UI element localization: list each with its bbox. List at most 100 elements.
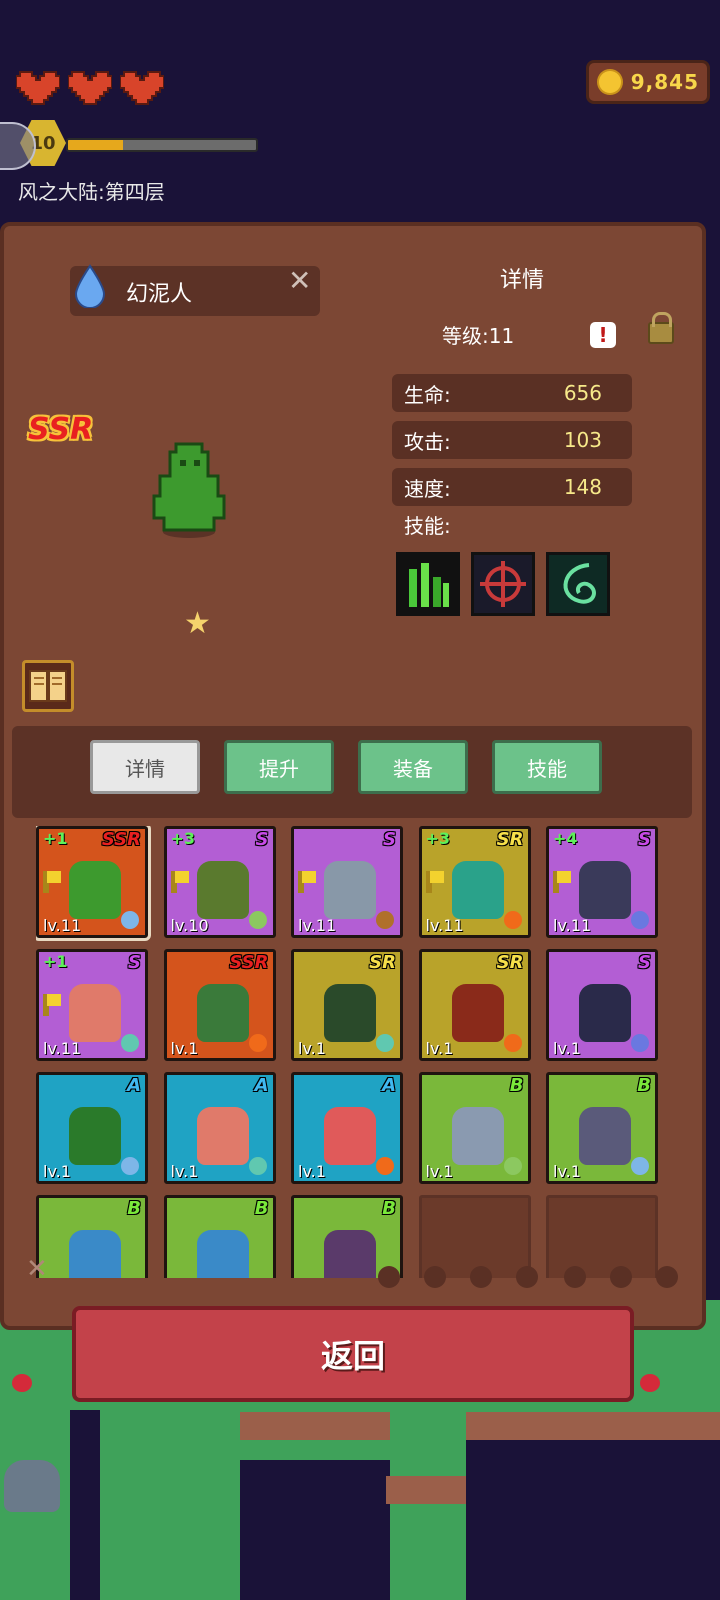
gear-filter-icon[interactable] (610, 1266, 632, 1288)
element-icon (121, 911, 139, 929)
team-flag-icon (553, 871, 571, 893)
wind-filter-icon[interactable] (516, 1266, 538, 1288)
rarity-badge: SR (496, 952, 524, 973)
rarity-badge: S (255, 829, 269, 850)
rarity-badge: A (127, 1075, 141, 1096)
heart-icon (16, 71, 60, 105)
stat-value: 656 (563, 381, 602, 405)
coin-value: 9,845 (630, 70, 699, 94)
element-icon (121, 1034, 139, 1052)
monster-card[interactable]: B (163, 1195, 276, 1278)
monster-card[interactable]: +1 Slv.11 (36, 949, 148, 1061)
monster-level: lv.1 (425, 1039, 454, 1058)
monster-name-bar (70, 266, 320, 316)
monster-level: lv.1 (170, 1039, 199, 1058)
monster-card[interactable]: Blv.1 (546, 1072, 658, 1184)
element-icon (376, 1034, 394, 1052)
monster-card[interactable]: Blv.1 (418, 1072, 531, 1184)
monster-card[interactable]: +1 SSR lv.11 (36, 826, 151, 941)
stat-value: 148 (563, 475, 602, 499)
back-button[interactable]: 返回 (72, 1306, 634, 1402)
team-flag-icon (298, 871, 316, 893)
skills-label: 技能: (404, 514, 451, 538)
element-icon (503, 911, 522, 929)
flame-filter-icon[interactable] (564, 1266, 586, 1288)
tab-upgrade[interactable]: 提升 (224, 740, 334, 794)
alert-icon[interactable]: ! (590, 322, 616, 348)
monster-card[interactable]: +4 Slv.11 (546, 826, 658, 938)
enhance-level: +1 (43, 952, 68, 971)
lock-icon[interactable] (648, 312, 674, 344)
monster-level: lv.1 (298, 1162, 326, 1181)
rarity-badge: S (128, 952, 141, 973)
monster-level: lv.11 (43, 916, 82, 935)
monster-level: 等级:11 (442, 324, 515, 348)
fire-filter-icon[interactable] (378, 1266, 400, 1288)
monster-card[interactable]: +3 SR lv.11 (418, 826, 531, 938)
earth-filter-icon[interactable] (424, 1266, 446, 1288)
red-flower (12, 1374, 32, 1392)
tab-skills[interactable]: 技能 (492, 740, 602, 794)
stat-value: 103 (563, 428, 602, 452)
refresh-filter-icon[interactable] (656, 1266, 678, 1288)
monster-level: lv.1 (553, 1162, 581, 1181)
element-icon (631, 1157, 649, 1175)
coin-icon (597, 69, 623, 95)
element-icon (631, 911, 649, 929)
monster-card[interactable]: B (36, 1195, 148, 1278)
monster-card[interactable]: Alv.1 (36, 1072, 148, 1184)
bamboo-spikes-skill-icon[interactable] (396, 552, 460, 616)
monster-card[interactable]: SR lv.1 (418, 949, 531, 1061)
monster-sprite (69, 1107, 121, 1165)
element-icon (376, 911, 394, 929)
rarity-badge: A (382, 1075, 396, 1096)
empty-roster-slot[interactable] (546, 1195, 658, 1278)
monster-sprite (196, 1107, 249, 1165)
star-icon: ★ (184, 606, 211, 641)
rarity-badge: B (637, 1075, 651, 1096)
stat-row-attack: 攻击: 103 (392, 421, 632, 459)
monster-name: 幻泥人 (126, 282, 193, 307)
enhance-level: +1 (43, 829, 68, 848)
tab-equipment[interactable]: 装备 (358, 740, 468, 794)
rarity-badge: S (383, 829, 396, 850)
monster-sprite (324, 861, 376, 919)
monster-sprite (196, 1230, 249, 1278)
crosshair-skill-icon[interactable] (471, 552, 535, 616)
monster-sprite (324, 984, 376, 1042)
book-icon[interactable] (22, 660, 74, 712)
monster-level: lv.1 (425, 1162, 454, 1181)
area-name: 风之大陆:第四层 (18, 180, 165, 204)
team-flag-icon (425, 871, 444, 893)
monster-sprite (579, 1107, 631, 1165)
element-icon (121, 1157, 139, 1175)
stat-row-speed: 速度: 148 (392, 468, 632, 506)
monster-level: lv.10 (170, 916, 209, 935)
wind-slash-skill-icon[interactable] (546, 552, 610, 616)
monster-card[interactable]: Slv.1 (546, 949, 658, 1061)
stone-golem-npc (4, 1460, 60, 1512)
red-flower (640, 1374, 660, 1392)
dirt-ledge (240, 1412, 390, 1440)
enhance-level: +3 (170, 829, 196, 848)
monster-card[interactable]: Slv.11 (291, 826, 403, 938)
coin-counter: 9,845 (586, 60, 710, 104)
rarity-badge: B (127, 1198, 141, 1219)
monster-level: lv.1 (553, 1039, 581, 1058)
monster-sprite (69, 861, 121, 919)
monster-card[interactable]: Alv.1 (163, 1072, 276, 1184)
monster-card[interactable]: Alv.1 (291, 1072, 403, 1184)
monster-sprite (69, 984, 121, 1042)
stat-row-hp: 生命: 656 (392, 374, 632, 412)
monster-level: lv.11 (553, 916, 592, 935)
health-hearts (16, 68, 164, 108)
monster-card[interactable]: +3 Slv.10 (163, 826, 276, 938)
tab-details[interactable]: 详情 (90, 740, 200, 794)
element-icon (631, 1034, 649, 1052)
close-filter-icon[interactable]: ✕ (26, 1254, 48, 1284)
rarity-badge: SSR (101, 829, 141, 850)
monster-card[interactable]: SSR lv.1 (163, 949, 276, 1061)
monster-card[interactable]: SR lv.1 (291, 949, 403, 1061)
close-icon[interactable]: ✕ (288, 264, 311, 297)
water-filter-icon[interactable] (470, 1266, 492, 1288)
